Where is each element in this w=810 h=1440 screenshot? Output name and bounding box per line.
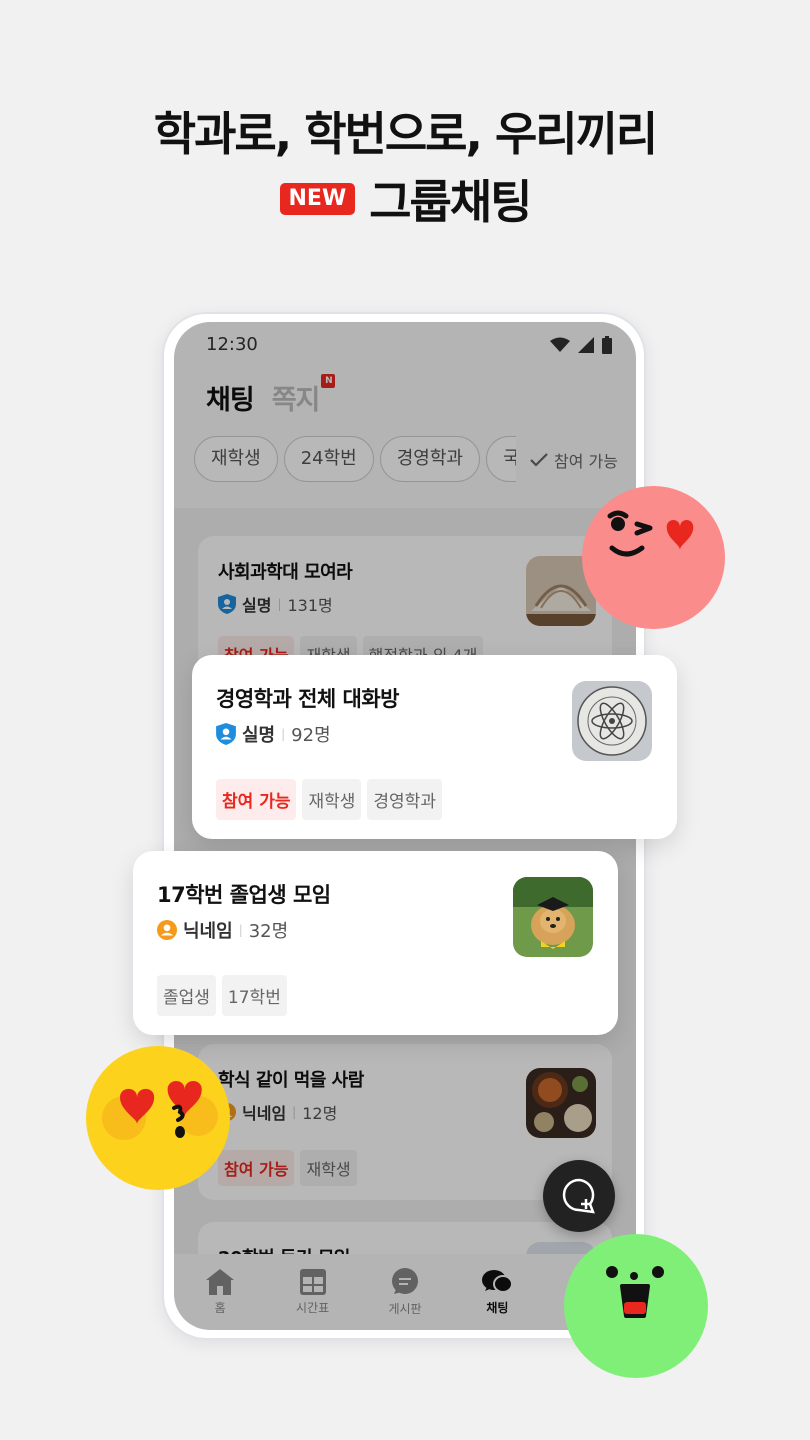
room-title: 경영학과 전체 대화방 — [216, 687, 400, 711]
nav-home[interactable]: 홈 — [174, 1254, 266, 1330]
joinable-filter-label: 참여 가능 — [554, 452, 618, 471]
tag: 17학번 — [221, 975, 287, 1016]
tag-joinable: 참여 가능 — [216, 779, 297, 820]
speech-bubble-icon — [392, 1267, 419, 1294]
hero-headline: 학과로, 학번으로, 우리끼리 — [153, 107, 659, 161]
realname-shield-icon — [216, 723, 236, 745]
nav-chat[interactable]: 채팅 — [451, 1254, 543, 1330]
chat-room-card-featured[interactable]: 17학번 졸업생 모임 닉네임 | 32명 졸업생 17학번 — [133, 851, 618, 1035]
room-thumbnail-food — [526, 1068, 596, 1138]
filter-chip-student[interactable]: 재학생 — [194, 436, 278, 482]
tab-messages-label: 쪽지 — [271, 385, 321, 416]
room-kind: 닉네임 — [242, 1104, 287, 1123]
room-thumbnail-graduate-dog — [513, 877, 593, 957]
status-time: 12:30 — [206, 334, 258, 355]
tab-messages[interactable]: 쪽지 N — [271, 374, 336, 417]
filter-chip-year[interactable]: 24학번 — [283, 436, 374, 482]
chat-room-card-featured[interactable]: 경영학과 전체 대화방 실명 | 92명 참여 가능 재학생 경영학과 — [192, 655, 677, 839]
meta-separator: | — [277, 597, 282, 611]
room-tags: 참여 가능 재학생 — [218, 1150, 357, 1186]
tag: 재학생 — [302, 779, 362, 820]
timetable-icon — [299, 1268, 326, 1295]
nav-timetable-label: 시간표 — [296, 1300, 330, 1315]
room-title: 사회과학대 모여라 — [218, 562, 353, 583]
heart-eyes-emoji-sticker — [86, 1046, 230, 1190]
nav-timetable[interactable]: 시간표 — [266, 1254, 358, 1330]
meta-separator: | — [292, 1105, 297, 1119]
tag: 재학생 — [300, 1150, 357, 1186]
tag: 졸업생 — [157, 975, 216, 1016]
chat-plus-icon — [562, 1178, 595, 1214]
room-kind: 실명 — [242, 725, 276, 746]
chat-tabs: 채팅 쪽지 N — [206, 374, 336, 417]
filter-chip-major[interactable]: 경영학과 — [379, 436, 480, 482]
meta-separator: | — [281, 727, 286, 741]
status-bar: 12:30 — [174, 322, 636, 372]
battery-icon — [602, 336, 612, 354]
room-meta: 실명 | 131명 — [218, 592, 333, 616]
hero-feature-name: 그룹채팅 — [369, 175, 532, 229]
new-badge: NEW — [279, 183, 356, 215]
realname-shield-icon — [218, 594, 236, 614]
chat-room-card[interactable]: 사회과학대 모여라 실명 | 131명 참여 가능 재학생 행정학과 외 4개 — [198, 536, 612, 674]
filter-chip-korean-lit[interactable]: 국어국문학과 — [485, 436, 516, 482]
room-title: 17학번 졸업생 모임 — [157, 883, 331, 907]
room-kind: 닉네임 — [183, 921, 233, 942]
room-member-count: 12명 — [302, 1104, 338, 1123]
room-meta: 실명 | 92명 — [216, 721, 331, 747]
room-member-count: 92명 — [291, 725, 331, 746]
nickname-person-icon — [157, 920, 177, 940]
signal-icon — [578, 337, 594, 353]
nav-home-label: 홈 — [214, 1300, 226, 1315]
room-meta: 닉네임 | 32명 — [157, 917, 288, 943]
tab-chat[interactable]: 채팅 — [206, 378, 255, 417]
room-thumbnail-university-seal — [572, 681, 652, 761]
room-tags: 참여 가능 재학생 경영학과 — [216, 779, 442, 820]
joinable-filter[interactable]: 참여 가능 — [530, 448, 618, 472]
room-tags: 졸업생 17학번 — [157, 975, 287, 1016]
filter-chips: 재학생 24학번 경영학과 국어국문학과 — [194, 436, 516, 486]
room-member-count: 131명 — [287, 596, 333, 615]
nav-board-label: 게시판 — [388, 1301, 422, 1316]
home-icon — [206, 1268, 235, 1295]
meta-separator: | — [238, 923, 243, 937]
room-member-count: 32명 — [248, 921, 289, 942]
room-kind: 실명 — [242, 596, 272, 615]
room-title: 학식 같이 먹을 사람 — [218, 1070, 364, 1091]
wink-emoji-sticker — [582, 486, 725, 629]
room-meta: 닉네임 | 12명 — [218, 1100, 337, 1124]
tag: 경영학과 — [367, 779, 442, 820]
surprised-emoji-sticker — [564, 1234, 708, 1378]
status-icons — [550, 336, 612, 354]
new-chat-button[interactable] — [543, 1160, 615, 1232]
hero-subheadline: NEW 그룹채팅 — [0, 166, 810, 232]
chat-bubbles-icon — [482, 1269, 513, 1293]
check-icon — [530, 453, 548, 467]
new-indicator: N — [321, 374, 336, 388]
nav-chat-label: 채팅 — [486, 1300, 509, 1315]
wifi-icon — [550, 337, 570, 352]
nav-board[interactable]: 게시판 — [359, 1254, 451, 1330]
